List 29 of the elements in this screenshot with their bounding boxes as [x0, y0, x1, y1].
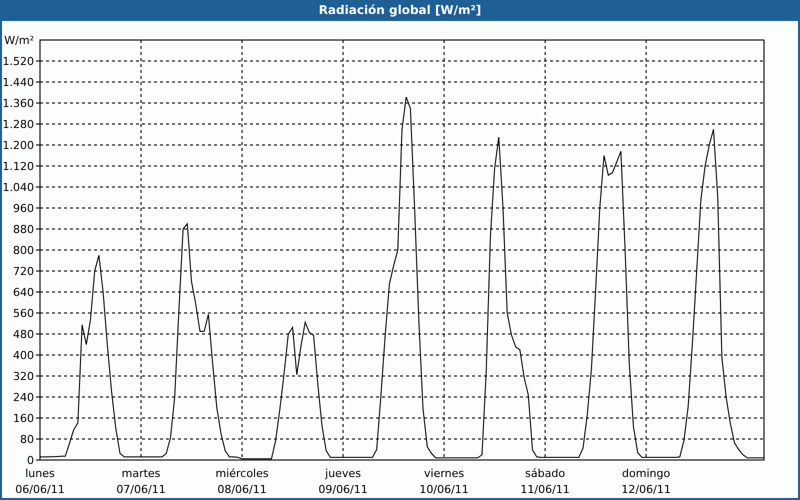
y-axis-label: 640: [13, 286, 34, 299]
x-axis-label: viernes 10/06/11: [419, 467, 469, 496]
x-axis-label: domingo 12/06/11: [621, 467, 671, 496]
x-axis-label: jueves 09/06/11: [318, 467, 368, 496]
y-axis-label: 1.120: [2, 160, 34, 173]
y-axis-label: 1.200: [2, 139, 34, 152]
y-axis-label: 1.280: [2, 118, 34, 131]
x-axis-label: sábado 11/06/11: [520, 467, 570, 496]
y-axis-label: 320: [13, 370, 34, 383]
window-title: Radiación global [W/m²]: [2, 0, 798, 21]
x-axis-label: lunes 06/06/11: [15, 467, 65, 496]
y-axis-label: 240: [13, 391, 34, 404]
y-axis-label: 1.040: [2, 181, 34, 194]
y-axis-label: 1.440: [2, 76, 34, 89]
y-axis-label: 1.520: [2, 55, 34, 68]
y-axis-label: 560: [13, 307, 34, 320]
y-axis-label: 880: [13, 223, 34, 236]
x-axis-label: miércoles 08/06/11: [215, 467, 269, 496]
y-axis-unit: W/m²: [4, 34, 34, 47]
x-axis-label: martes 07/06/11: [116, 467, 166, 496]
y-axis-label: 400: [13, 349, 34, 362]
y-axis-label: 80: [20, 433, 34, 446]
y-axis-label: 960: [13, 202, 34, 215]
y-axis-label: 160: [13, 412, 34, 425]
y-axis-label: 800: [13, 244, 34, 257]
y-axis-label: 480: [13, 328, 34, 341]
y-axis-label: 1.360: [2, 97, 34, 110]
y-axis-label: 720: [13, 265, 34, 278]
y-axis-label: 0: [27, 454, 34, 467]
